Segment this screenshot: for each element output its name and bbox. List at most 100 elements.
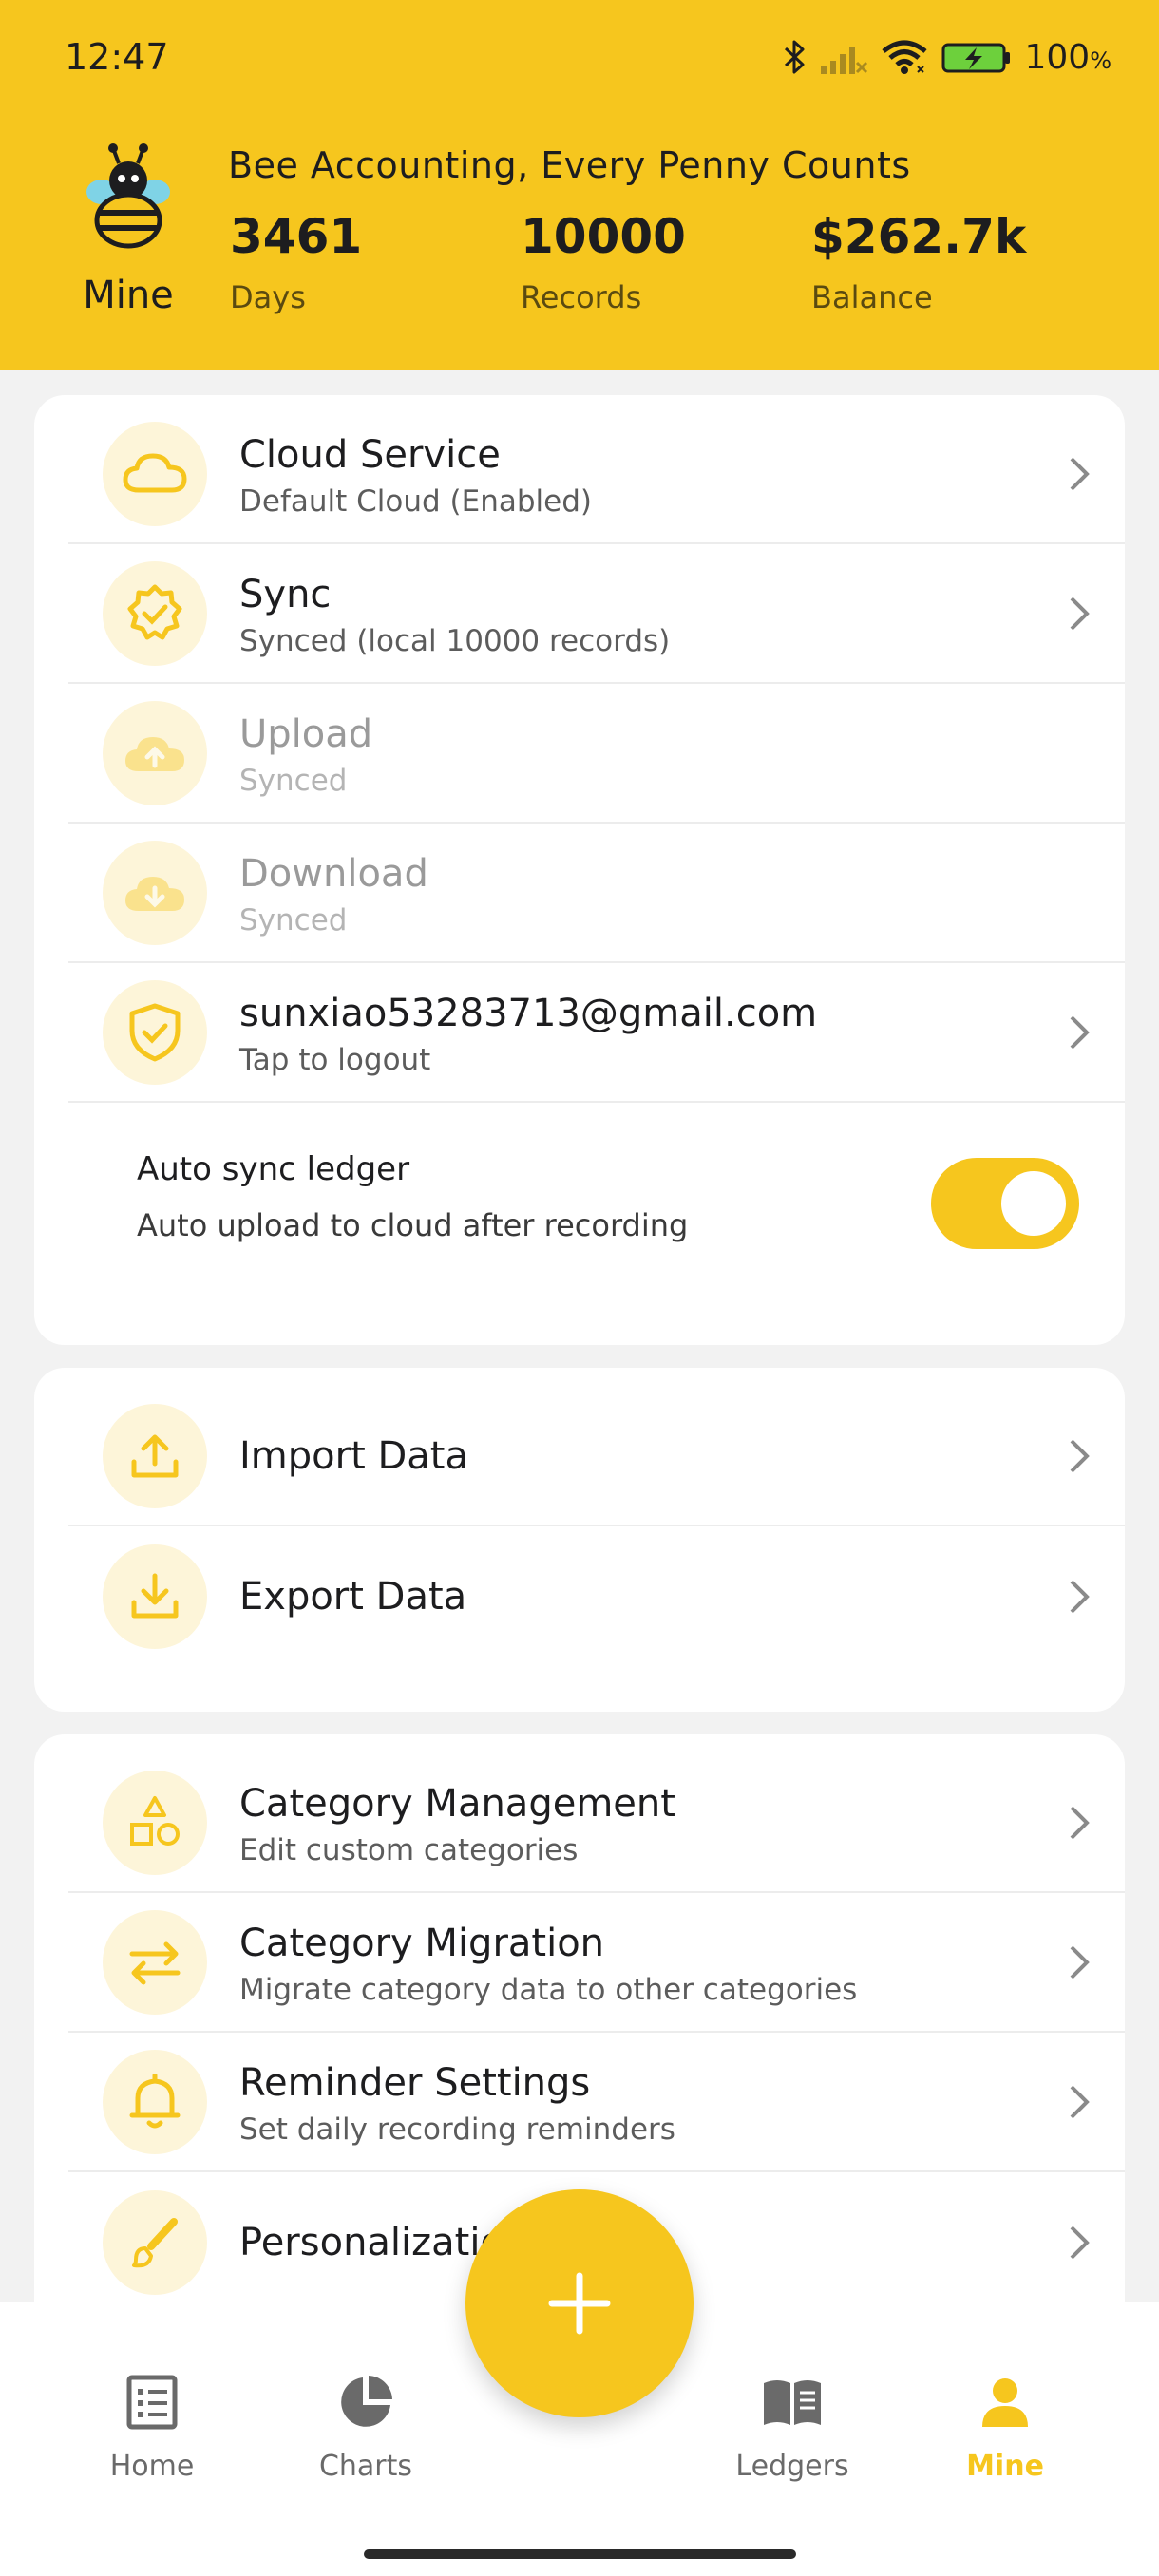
download-row: Download Synced [68,824,1125,963]
nav-label: Charts [318,2450,413,2483]
cloud-download-icon [125,876,184,911]
stat-days-label: Days [230,279,306,315]
chevron-right-icon [1070,597,1090,630]
row-subtitle: Synced [239,763,348,798]
chevron-right-icon [1070,1945,1090,1979]
cloud-service-row[interactable]: Cloud Service Default Cloud (Enabled) [68,405,1125,544]
row-subtitle: Synced (local 10000 records) [239,623,671,658]
row-title: Category Management [239,1781,675,1826]
swap-arrows-icon [129,1941,180,1984]
bee-mascot-icon [86,143,170,249]
cloud-icon-wrap [103,421,207,526]
status-time: 12:47 [65,36,169,78]
swap-icon-wrap [103,1909,207,2015]
row-subtitle: Default Cloud (Enabled) [239,483,592,519]
reminder-settings-row[interactable]: Reminder Settings Set daily recording re… [68,2033,1125,2172]
row-title: Sync [239,572,332,616]
status-bar: 12:47 100% [0,0,1159,114]
stat-balance-label: Balance [811,279,933,315]
signal-off-icon [821,47,868,74]
battery-percent: 100% [1024,37,1112,77]
row-subtitle: Set daily recording reminders [239,2112,675,2147]
status-icons: 100% [783,32,1112,82]
toggle-knob [1001,1171,1066,1236]
import-data-row[interactable]: Import Data [68,1387,1125,1526]
stat-records-value: 10000 [521,209,686,264]
list-icon [126,2375,178,2430]
bluetooth-icon [785,40,805,74]
sync-row[interactable]: Sync Synced (local 10000 records) [68,544,1125,684]
wifi-icon [882,40,928,74]
sync-icon-wrap [103,560,207,666]
app-slogan: Bee Accounting, Every Penny Counts [228,144,911,186]
row-title: Upload [239,711,373,756]
chevron-right-icon [1070,2085,1090,2118]
category-management-row[interactable]: Category Management Edit custom categori… [68,1753,1125,1893]
upload-row: Upload Synced [68,684,1125,824]
brush-icon-wrap [103,2189,207,2295]
cloud-card: Cloud Service Default Cloud (Enabled) Sy… [34,395,1125,1345]
profile-avatar-block[interactable]: Mine [76,142,180,317]
row-subtitle: Synced [239,902,348,938]
row-title: Cloud Service [239,432,501,477]
shield-check-icon [129,1003,180,1061]
row-title: Import Data [239,1433,468,1478]
export-data-row[interactable]: Export Data [68,1526,1125,1666]
export-icon [131,1573,179,1618]
nav-label: Mine [966,2450,1044,2483]
category-migration-row[interactable]: Category Migration Migrate category data… [68,1893,1125,2033]
brush-icon [132,2217,178,2267]
nav-home[interactable]: Home [66,2374,238,2483]
chevron-right-icon [1070,457,1090,490]
sync-badge-icon [127,584,182,639]
row-subtitle: Tap to logout [239,1042,431,1077]
account-row[interactable]: sunxiao53283713@gmail.com Tap to logout [68,963,1125,1103]
person-icon [982,2378,1028,2427]
cloud-upload-icon [125,736,184,771]
cloud-icon [123,453,187,492]
shapes-icon-wrap [103,1770,207,1875]
auto-sync-subtitle: Auto upload to cloud after recording [137,1207,689,1243]
auto-sync-row: Auto sync ledger Auto upload to cloud af… [68,1103,1125,1274]
row-title: Download [239,851,428,896]
import-icon [131,1434,179,1477]
chevron-right-icon [1070,1580,1090,1613]
nav-ledgers[interactable]: Ledgers [707,2374,878,2483]
shapes-icon [130,1795,180,1846]
stat-balance: $262.7k Balance [811,209,1026,315]
data-card: Import Data Export Data [34,1368,1125,1712]
auto-sync-toggle[interactable] [931,1158,1079,1249]
bell-icon-wrap [103,2049,207,2154]
nav-charts[interactable]: Charts [280,2374,451,2483]
row-title: sunxiao53283713@gmail.com [239,991,818,1035]
stat-records: 10000 Records [521,209,686,315]
profile-label: Mine [83,274,174,317]
chevron-right-icon [1070,1439,1090,1472]
auto-sync-title: Auto sync ledger [137,1150,410,1188]
stat-days: 3461 Days [230,209,362,315]
stat-balance-value: $262.7k [811,209,1027,264]
chevron-right-icon [1070,2226,1090,2259]
home-indicator[interactable] [364,2549,796,2559]
book-icon [764,2380,821,2425]
header: 12:47 100% Mine Bee Accounting, Every Pe… [0,0,1159,370]
stat-records-label: Records [521,279,642,315]
battery-charging-icon [941,43,1011,73]
upload-icon-wrap [103,700,207,805]
chevron-right-icon [1070,1806,1090,1839]
chevron-right-icon [1070,1015,1090,1049]
pie-chart-icon [341,2376,392,2427]
row-subtitle: Edit custom categories [239,1832,579,1867]
row-title: Category Migration [239,1921,605,1965]
row-title: Export Data [239,1574,467,1619]
nav-mine[interactable]: Mine [920,2374,1091,2483]
import-icon-wrap [103,1403,207,1508]
export-icon-wrap [103,1544,207,1649]
bell-icon [129,2073,180,2128]
download-icon-wrap [103,840,207,945]
add-record-button[interactable] [466,2189,694,2417]
stat-days-value: 3461 [230,209,363,264]
nav-label: Home [109,2450,195,2483]
row-subtitle: Migrate category data to other categorie… [239,1972,858,2007]
nav-label: Ledgers [735,2450,849,2483]
